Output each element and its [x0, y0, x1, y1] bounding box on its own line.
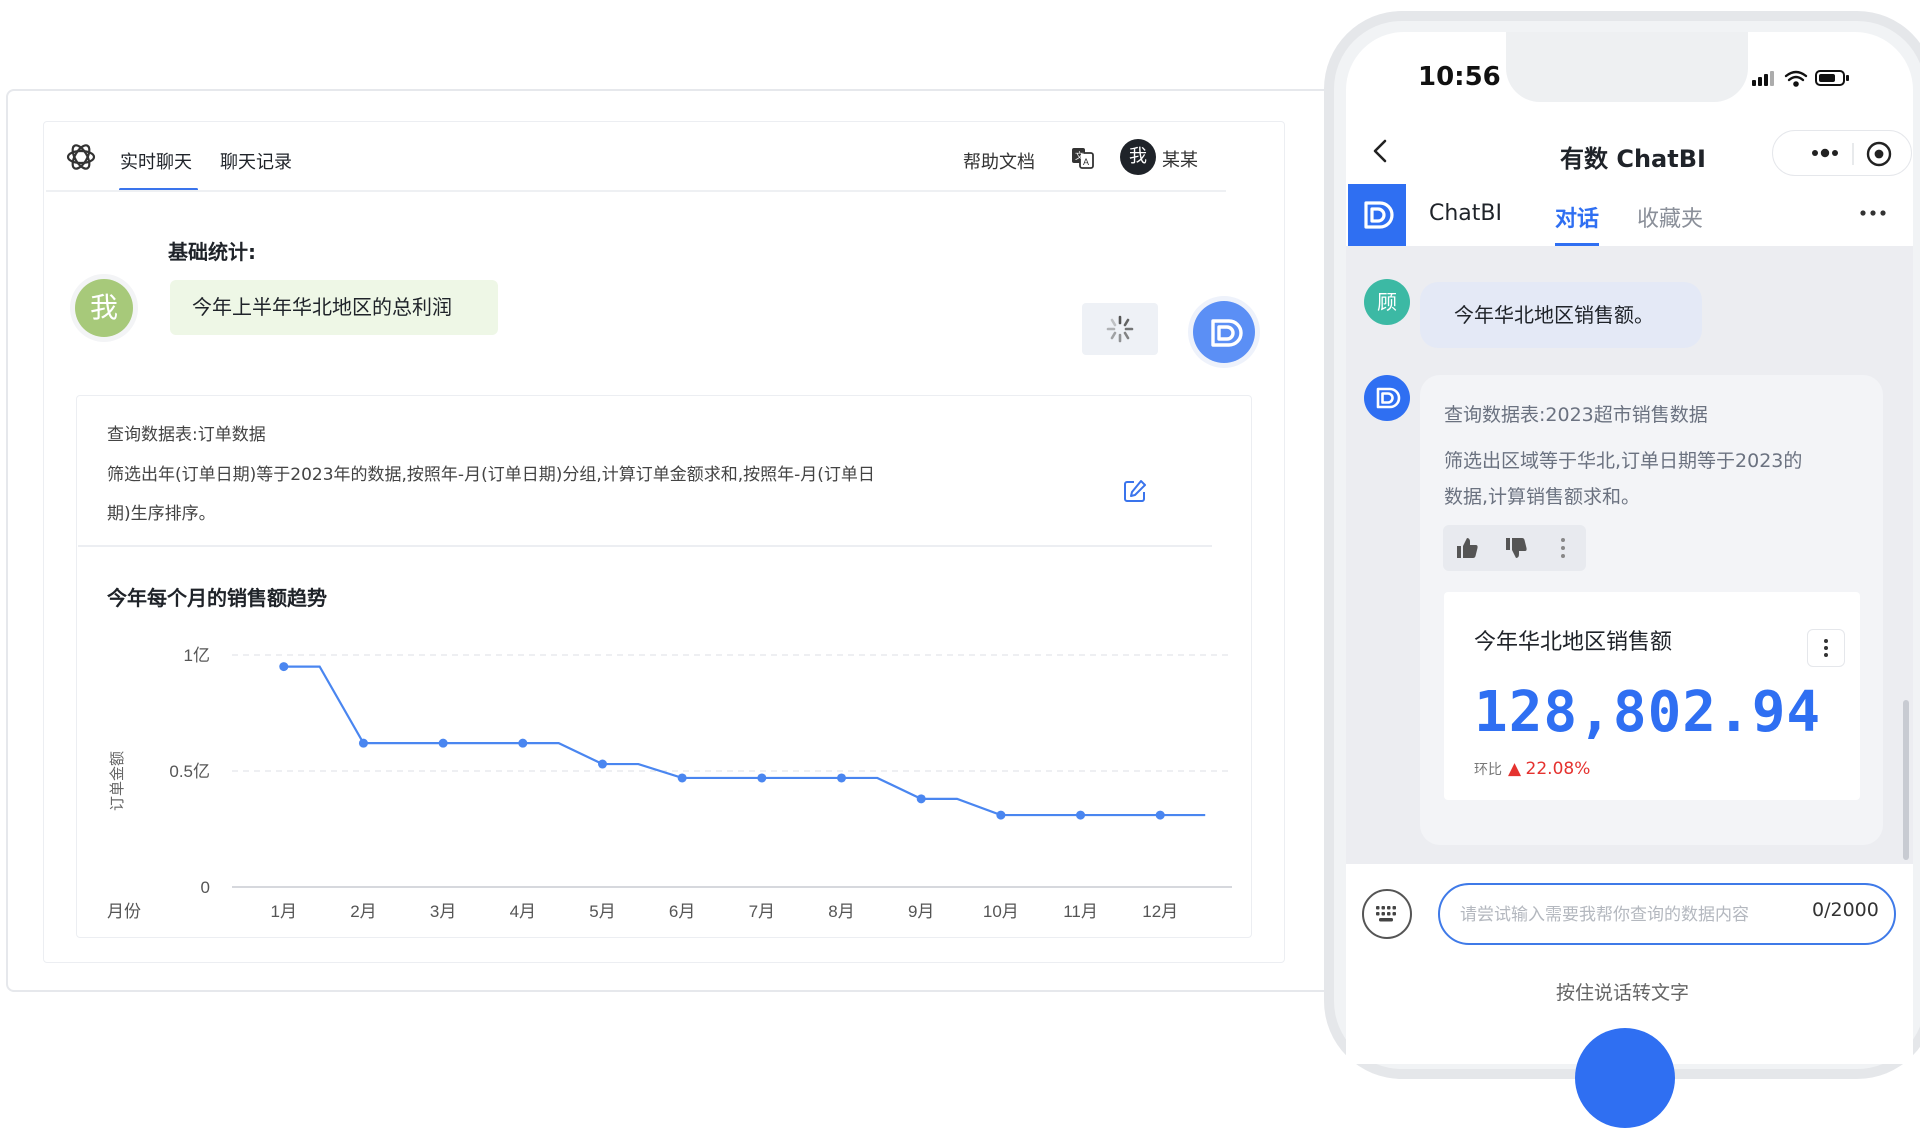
x-axis-label: 月份 — [107, 902, 141, 921]
data-point — [1155, 810, 1165, 820]
chatbi-logo-icon — [1348, 184, 1406, 246]
query-table-text: 查询数据表:订单数据 — [107, 425, 266, 445]
help-docs-link[interactable]: 帮助文档 — [963, 148, 1035, 174]
miniapp-capsule — [1772, 130, 1912, 176]
x-tick-label: 8月 — [828, 902, 854, 921]
x-tick-label: 11月 — [1063, 902, 1098, 921]
phone-notch — [1506, 32, 1748, 102]
tab-dialog[interactable]: 对话 — [1555, 201, 1599, 233]
wifi-icon — [1784, 70, 1808, 87]
query-desc-line-2: 期)生序排序。 — [107, 504, 216, 524]
x-tick-label: 10月 — [983, 902, 1019, 921]
answer-desc-line-1: 筛选出区域等于华北,订单日期等于2023的 — [1444, 450, 1803, 472]
query-input[interactable] — [1458, 895, 1802, 935]
status-time: 10:56 — [1418, 62, 1501, 92]
chart-title: 今年每个月的销售额趋势 — [107, 586, 327, 610]
trend-up-icon: ▲ — [1508, 759, 1522, 779]
page-title: 有数 ChatBI — [1560, 145, 1706, 173]
answer-table-text: 查询数据表:2023超市销售数据 — [1444, 404, 1708, 426]
compare-label: 环比 — [1474, 762, 1502, 778]
x-tick-label: 9月 — [908, 902, 934, 921]
loading-indicator — [1082, 303, 1158, 355]
series-line — [283, 665, 1206, 817]
header-divider — [46, 190, 1226, 192]
metric-comparison: 环比 ▲ 22.08% — [1474, 759, 1590, 779]
data-point — [757, 773, 767, 783]
x-tick-label: 5月 — [589, 902, 615, 921]
y-tick-label: 0 — [201, 878, 210, 897]
section-title: 基础统计: — [168, 240, 256, 264]
more-dots-icon — [1812, 148, 1838, 158]
keyboard-toggle-button[interactable] — [1362, 889, 1412, 939]
edit-icon[interactable] — [1122, 478, 1148, 504]
data-point — [677, 773, 687, 783]
status-icons — [1748, 66, 1868, 90]
user-name[interactable]: 某某 — [1162, 146, 1198, 172]
battery-icon — [1815, 70, 1849, 86]
avatar: 顾 — [1364, 279, 1410, 325]
svg-text:A: A — [1083, 157, 1089, 167]
bot-avatar — [1364, 375, 1410, 421]
metric-title: 今年华北地区销售额 — [1474, 630, 1673, 655]
tab-chatbi[interactable]: ChatBI — [1429, 201, 1502, 226]
y-tick-label: 0.5亿 — [169, 762, 210, 781]
keyboard-icon — [1376, 906, 1396, 922]
translate-icon[interactable]: 文 A — [1070, 145, 1096, 171]
kebab-menu-icon — [1824, 639, 1828, 657]
close-target-icon — [1866, 141, 1892, 167]
metric-value: 128,802.94 — [1474, 680, 1822, 745]
more-dots-icon[interactable] — [1858, 205, 1888, 219]
signal-icon — [1752, 71, 1774, 86]
query-desc-line-1: 筛选出年(订单日期)等于2023年的数据,按照年-月(订单日期)分组,计算订单金… — [107, 465, 875, 485]
user-message-bubble: 今年华北地区销售额。 — [1420, 282, 1702, 348]
answer-desc-line-2: 数据,计算销售额求和。 — [1444, 486, 1641, 508]
x-tick-label: 7月 — [749, 902, 775, 921]
openai-logo-icon — [64, 140, 98, 174]
thumbs-down-icon[interactable] — [1503, 535, 1529, 561]
x-tick-label: 12月 — [1142, 902, 1178, 921]
tab-favorites[interactable]: 收藏夹 — [1637, 201, 1703, 233]
char-counter: 0/2000 — [1812, 899, 1879, 921]
chatbi-logo-icon — [1376, 387, 1401, 409]
kebab-menu-icon[interactable] — [1556, 535, 1570, 561]
card-divider — [78, 545, 1212, 547]
x-tick-label: 2月 — [350, 902, 376, 921]
x-tick-label: 1月 — [271, 902, 297, 921]
x-tick-label: 3月 — [430, 902, 456, 921]
data-point — [996, 810, 1006, 820]
thumbs-up-icon[interactable] — [1454, 535, 1480, 561]
data-point — [916, 794, 926, 804]
data-point — [438, 738, 448, 748]
x-tick-label: 4月 — [510, 902, 536, 921]
data-point — [279, 662, 289, 672]
data-point — [837, 773, 847, 783]
spinner-icon — [1106, 315, 1134, 343]
y-tick-label: 1亿 — [184, 646, 210, 665]
avatar: 我 — [75, 279, 133, 337]
scrollbar[interactable] — [1903, 700, 1909, 860]
x-tick-label: 6月 — [669, 902, 695, 921]
back-arrow-icon[interactable] — [1366, 136, 1396, 166]
bot-avatar — [1193, 301, 1255, 363]
chatbi-logo-icon — [1211, 319, 1243, 347]
tab-chat-history[interactable]: 聊天记录 — [220, 148, 292, 174]
compare-value: 22.08% — [1525, 759, 1591, 779]
user-message-bubble: 今年上半年华北地区的总利润 — [170, 280, 498, 335]
data-point — [518, 738, 528, 748]
hold-to-talk-label[interactable]: 按住说话转文字 — [1556, 978, 1689, 1005]
tab-realtime-chat[interactable]: 实时聊天 — [120, 148, 192, 174]
sales-trend-chart: 0 0.5亿 1亿 1月 2月 3月 4月 5月 6月 7月 8月 9月 10月 11月 12月 月份 订单金额 — [107, 646, 1232, 921]
voice-button[interactable] — [1575, 1028, 1675, 1128]
data-point — [358, 738, 368, 748]
user-avatar[interactable]: 我 — [1120, 139, 1156, 175]
metric-menu-button[interactable] — [1807, 629, 1845, 667]
y-axis-label: 订单金额 — [109, 751, 126, 811]
data-point — [1076, 810, 1086, 820]
data-point — [597, 759, 607, 769]
